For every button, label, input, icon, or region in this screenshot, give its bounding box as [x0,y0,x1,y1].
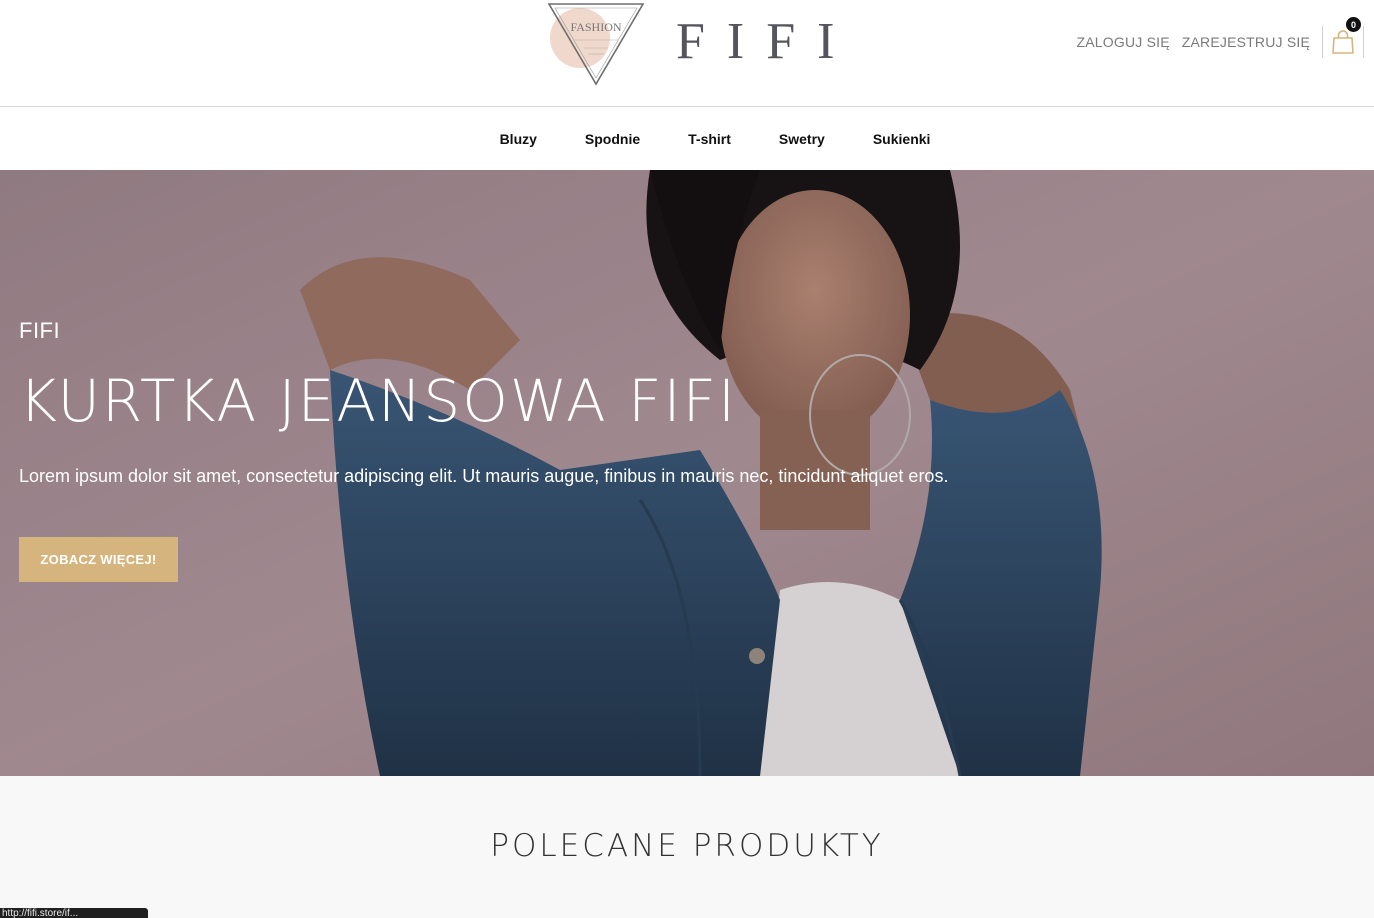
category-nav: Bluzy Spodnie T-shirt Swetry Sukienki [0,107,1374,170]
logo-badge-text: FASHION [570,20,621,34]
hero-content: FIFI KURTKA JEANSOWA FIFI Lorem ipsum do… [19,318,948,582]
account-links: ZALOGUJ SIĘ ZAREJESTRUJ SIĘ 0 [1065,17,1364,58]
nav-item-sukienki[interactable]: Sukienki [873,131,931,147]
browser-status-url: http://fifi.store/if... [0,908,148,918]
site-header: FASHION FIFI ZALOGUJ SIĘ ZAREJESTRUJ SIĘ… [0,0,1374,107]
hero-description: Lorem ipsum dolor sit amet, consectetur … [19,466,949,486]
nav-item-swetry[interactable]: Swetry [779,131,825,147]
login-link[interactable]: ZALOGUJ SIĘ [1077,34,1170,50]
site-logo[interactable]: FASHION FIFI [546,2,834,86]
cart-button[interactable]: 0 [1322,17,1364,58]
see-more-button[interactable]: ZOBACZ WIĘCEJ! [19,537,178,582]
logo-wordmark: FIFI [676,13,857,70]
register-link[interactable]: ZAREJESTRUJ SIĘ [1182,34,1310,50]
featured-products-section: POLECANE PRODUKTY [0,776,1374,918]
hero-banner: FIFI KURTKA JEANSOWA FIFI Lorem ipsum do… [0,170,1374,776]
nav-item-spodnie[interactable]: Spodnie [585,131,640,147]
cart-count-badge: 0 [1346,17,1361,32]
logo-triangle-icon: FASHION [547,3,645,86]
nav-item-bluzy[interactable]: Bluzy [500,131,537,147]
nav-item-tshirt[interactable]: T-shirt [688,131,731,147]
hero-eyebrow: FIFI [19,318,61,343]
shopping-bag-icon [1332,30,1354,54]
featured-products-title: POLECANE PRODUKTY [490,828,884,864]
hero-title: KURTKA JEANSOWA FIFI [19,367,738,435]
